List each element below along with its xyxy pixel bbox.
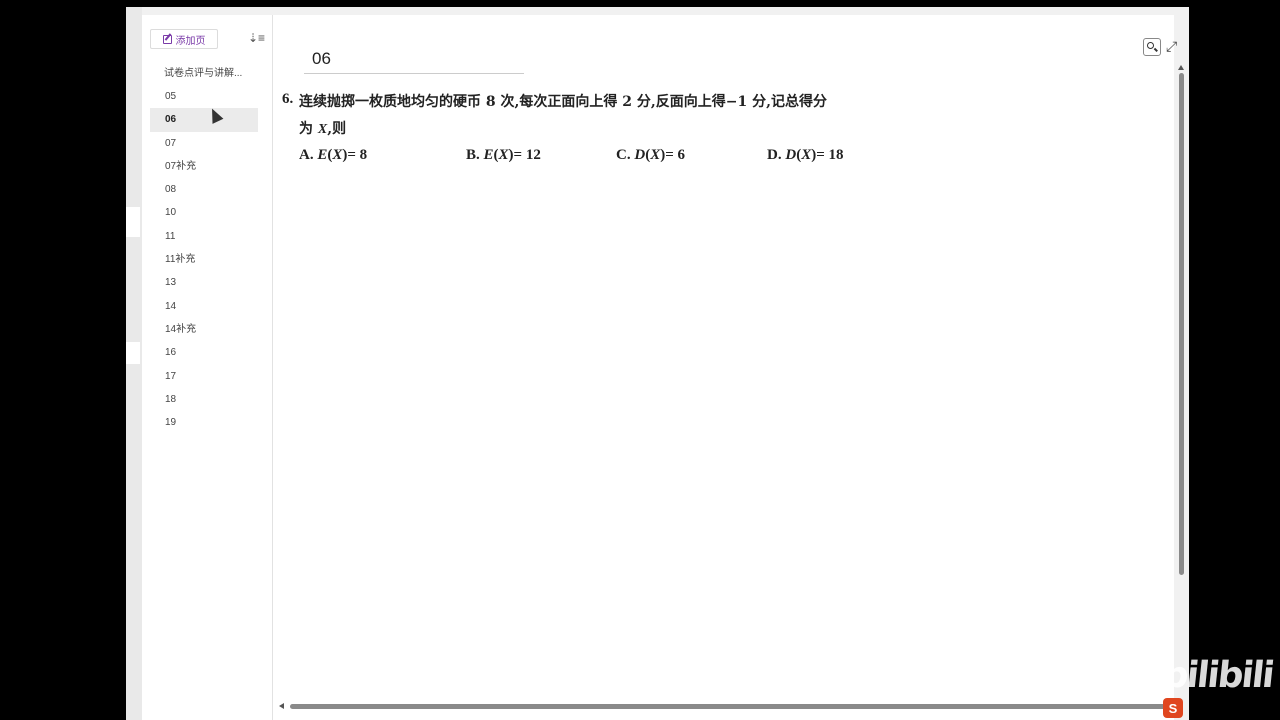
option-a: A. E(X)= 8: [299, 147, 368, 163]
page-item[interactable]: 08: [142, 178, 272, 201]
page-item[interactable]: 13: [142, 271, 272, 294]
page-item[interactable]: 14: [142, 295, 272, 318]
add-page-label: 添加页: [175, 35, 206, 47]
left-edge-strip: [126, 7, 142, 720]
horizontal-scrollbar[interactable]: [276, 702, 1174, 710]
title-underline: [304, 73, 524, 74]
page-item[interactable]: 18: [142, 388, 272, 411]
question-text-line1: 连续抛掷一枚质地均匀的硬币 8 次,每次正面向上得 2 分,反面向上得−1 分,…: [299, 94, 827, 110]
page-item[interactable]: 07补充: [142, 155, 272, 178]
bilibili-watermark: bilibili: [1160, 655, 1275, 696]
page-item[interactable]: 10: [142, 201, 272, 224]
page-list: 试卷点评与讲解... 05 06 07 07补充 08 10 11 11补充 1…: [142, 63, 272, 434]
edit-icon: [162, 34, 172, 44]
app-window: 添加页 ⇣≡ 试卷点评与讲解... 05 06 07 07补充 08 10 11…: [126, 7, 1189, 720]
option-d: D. D(X)= 18: [767, 147, 844, 163]
sogou-ime-icon[interactable]: S: [1163, 698, 1183, 718]
vertical-scrollbar[interactable]: [1174, 65, 1189, 720]
page-item[interactable]: 11: [142, 225, 272, 248]
question-number: 6.: [282, 91, 294, 107]
ime-toolbar[interactable]: S 中 •, 🎙 ▤ 👕 Ai: [1163, 696, 1189, 720]
vertical-scroll-thumb[interactable]: [1179, 73, 1184, 575]
scroll-left-icon[interactable]: [279, 703, 284, 709]
sort-icon[interactable]: ⇣≡: [248, 31, 265, 45]
page-canvas[interactable]: 06 6. 连续抛掷一枚质地均匀的硬币 8 次,每次正面向上得 2 分,反面向上…: [273, 15, 1177, 720]
section-title[interactable]: 试卷点评与讲解...: [164, 62, 280, 85]
page-item[interactable]: 16: [142, 341, 272, 364]
question-text-line2: 为 X,则: [299, 121, 347, 137]
page-sidebar: 添加页 ⇣≡ 试卷点评与讲解... 05 06 07 07补充 08 10 11…: [142, 15, 273, 720]
horizontal-scroll-thumb[interactable]: [290, 704, 1170, 709]
page-item[interactable]: 05: [142, 85, 272, 108]
page-item[interactable]: 11补充: [142, 248, 272, 271]
expand-icon[interactable]: ⤢: [1166, 38, 1177, 55]
page-item[interactable]: 19: [142, 411, 272, 434]
add-page-button[interactable]: 添加页: [150, 29, 218, 49]
page-item[interactable]: 14补充: [142, 318, 272, 341]
page-item[interactable]: 07: [142, 132, 272, 155]
option-c: C. D(X)= 6: [616, 147, 686, 163]
search-icon[interactable]: [1143, 38, 1161, 56]
option-b: B. E(X)= 12: [466, 147, 541, 163]
scroll-up-icon[interactable]: [1178, 65, 1184, 70]
page-item[interactable]: 17: [142, 365, 272, 388]
page-title[interactable]: 06: [312, 49, 331, 69]
page-item-selected[interactable]: 06: [150, 108, 258, 132]
